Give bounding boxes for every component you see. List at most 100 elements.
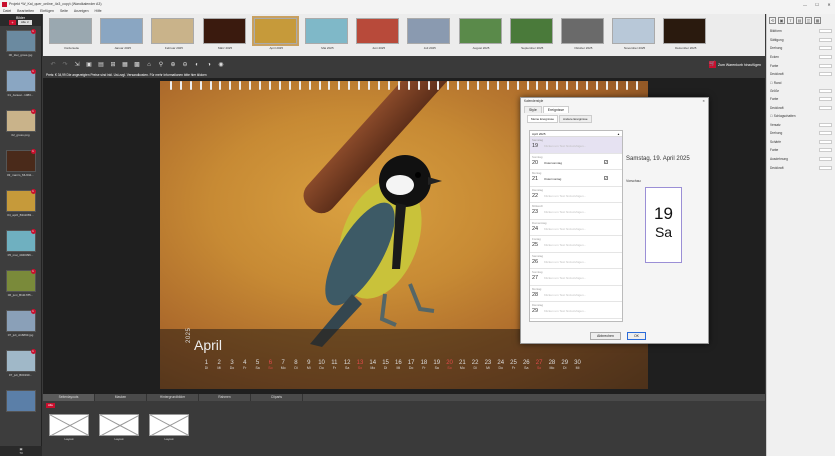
event-text-input[interactable]: Klicken um Text hinzuzufügen... <box>544 227 586 231</box>
calendar-day[interactable]: 2 Mi <box>213 360 226 370</box>
section-frame[interactable]: ☐ Rand <box>767 79 835 87</box>
image-icon[interactable]: ▣ <box>778 17 785 24</box>
property-input[interactable] <box>819 157 832 162</box>
event-row[interactable]: Sonntag 27 Klicken um Text hinzuzufügen... <box>530 269 622 286</box>
property-input[interactable] <box>819 122 832 127</box>
calendar-day[interactable]: 24 Do <box>494 360 507 370</box>
property-input[interactable] <box>819 139 832 144</box>
property-input[interactable] <box>819 63 832 68</box>
event-checkbox[interactable]: ✓ <box>604 176 608 180</box>
event-text-input[interactable]: Ostermontag <box>544 177 561 181</box>
calendar-day[interactable]: 1 Di <box>200 360 213 370</box>
property-input[interactable] <box>819 97 832 102</box>
property-input[interactable] <box>819 148 832 153</box>
photo-thumbnail[interactable]: 1 02_gross.png <box>4 109 38 146</box>
calendar-day[interactable]: 19 Sa <box>430 360 443 370</box>
layout-item[interactable]: Layout <box>99 414 139 441</box>
layout-icon[interactable]: ▤ <box>97 61 105 69</box>
month-thumbnail[interactable]: August 2025 <box>458 18 504 50</box>
preview-icon[interactable]: ◉ <box>217 61 225 69</box>
calendar-day[interactable]: 23 Mi <box>482 360 495 370</box>
event-text-input[interactable]: Klicken um Text hinzuzufügen... <box>544 309 586 313</box>
grid-icon[interactable]: ⊞ <box>109 61 117 69</box>
property-input[interactable] <box>819 131 832 136</box>
month-thumbnail[interactable]: Vorderseite <box>49 18 94 50</box>
menu-item[interactable]: Datei <box>3 9 11 13</box>
property-input[interactable] <box>819 165 832 170</box>
calendar-day[interactable]: 3 Do <box>226 360 239 370</box>
event-row[interactable]: Dienstag 22 Klicken um Text hinzuzufügen..… <box>530 187 622 203</box>
pattern-icon[interactable]: ▩ <box>133 61 141 69</box>
calendar-day[interactable]: 26 Sa <box>520 360 533 370</box>
photo-thumbnail[interactable] <box>4 390 38 426</box>
maximize-button[interactable]: ☐ <box>811 2 823 7</box>
table-icon[interactable]: ▦ <box>121 61 129 69</box>
frame-icon[interactable]: ◫ <box>805 17 812 24</box>
dialog-close-button[interactable]: ✕ <box>702 99 705 104</box>
add-image-button[interactable]: + <box>9 19 16 25</box>
bottom-tab[interactable]: Hintergrundbilder <box>147 394 199 401</box>
layout-item[interactable]: Layout <box>49 414 89 441</box>
calendar-day[interactable]: 13 So <box>354 360 367 370</box>
event-text-input[interactable]: Klicken um Text hinzuzufügen... <box>544 243 586 247</box>
calendar-day[interactable]: 8 Di <box>290 360 303 370</box>
event-text-input[interactable]: Klicken um Text hinzuzufügen... <box>544 293 586 297</box>
calendar-day[interactable]: 10 Do <box>315 360 328 370</box>
calendar-day[interactable]: 17 Do <box>405 360 418 370</box>
event-row[interactable]: Samstag 26 Klicken um Text hinzuzufügen... <box>530 253 622 269</box>
text-icon[interactable]: T <box>787 17 794 24</box>
calendar-day[interactable]: 30 Mi <box>571 360 584 370</box>
menu-item[interactable]: Einfügen <box>40 9 54 13</box>
layout-item[interactable]: Layout <box>149 414 189 441</box>
photo-thumbnail[interactable]: 1 06_juni_B111785... <box>4 269 38 306</box>
event-checkbox[interactable]: ✓ <box>604 159 608 164</box>
menu-item[interactable]: Bearbeiten <box>17 9 34 13</box>
bottom-tab[interactable]: Cliparts <box>251 394 303 401</box>
bottom-tab[interactable]: Seitenlayouts <box>43 394 95 401</box>
event-text-input[interactable]: Klicken um Text hinzuzufügen... <box>544 260 586 264</box>
frame-icon[interactable]: ▣ <box>85 61 93 69</box>
calendar-day[interactable]: 28 Mo <box>546 360 559 370</box>
photo-thumbnail[interactable]: 1 04_april_B111083... <box>4 189 38 226</box>
property-input[interactable] <box>819 46 832 51</box>
close-button[interactable]: ✕ <box>823 2 835 7</box>
calendar-day[interactable]: 16 Mi <box>392 360 405 370</box>
calendar-day[interactable]: 12 Sa <box>341 360 354 370</box>
calendar-day[interactable]: 7 Mo <box>277 360 290 370</box>
month-thumbnail[interactable]: September 2025 <box>509 18 555 50</box>
bottom-tab[interactable]: Masken <box>95 394 147 401</box>
event-text-input[interactable]: Klicken um Text hinzuzufügen... <box>544 194 586 198</box>
month-thumbnail[interactable]: Mai 2025 <box>304 18 350 50</box>
calendar-day[interactable]: 25 Fr <box>507 360 520 370</box>
calendar-day[interactable]: 29 Di <box>558 360 571 370</box>
month-thumbnail[interactable]: November 2025 <box>612 18 657 50</box>
tab-other-events[interactable]: Andere Ereignisse <box>559 115 592 123</box>
calendar-day[interactable]: 11 Fr <box>328 360 341 370</box>
event-row[interactable]: Dienstag 29 Klicken um Text hinzuzufügen..… <box>530 302 622 319</box>
month-thumbnail[interactable]: Februar 2025 <box>151 18 196 50</box>
photo-thumbnail[interactable]: 1 03_marzo_MU011... <box>4 149 38 186</box>
event-text-input[interactable]: Klicken um Text hinzuzufügen... <box>544 210 586 214</box>
cancel-button[interactable]: Abbrechen <box>590 332 621 340</box>
bottom-tab[interactable]: Rahmen <box>199 394 251 401</box>
event-row[interactable]: Samstag 19 Klicken um Text hinzuzufügen... <box>530 137 622 154</box>
reset-icon[interactable]: ⟲ <box>769 17 776 24</box>
month-thumbnail[interactable]: Oktober 2025 <box>560 18 606 50</box>
property-input[interactable] <box>819 106 832 111</box>
menu-item[interactable]: Hilfe <box>95 9 102 13</box>
photo-thumbnail[interactable]: 1 07_juli_B00190... <box>4 349 38 386</box>
property-input[interactable] <box>819 55 832 60</box>
month-thumbnail[interactable]: Dezember 2025 <box>663 18 708 50</box>
calendar-day[interactable]: 5 Sa <box>251 360 264 370</box>
event-row[interactable]: Montag 21 Ostermontag ✓ <box>530 170 622 187</box>
tab-style[interactable]: Style <box>524 106 542 113</box>
event-text-input[interactable]: Klicken um Text hinzuzufügen... <box>544 144 586 148</box>
calendar-day[interactable]: 22 Di <box>469 360 482 370</box>
photo-thumbnail[interactable]: 1 07_juli_A16893.jpg <box>4 309 38 346</box>
property-input[interactable] <box>819 88 832 93</box>
calendar-day[interactable]: 6 So <box>264 360 277 370</box>
photo-thumbnail[interactable]: 1 00_titel_gross.jpg <box>4 29 38 66</box>
grid-icon[interactable]: ▦ <box>814 17 821 24</box>
event-row[interactable]: Mittwoch 23 Klicken um Text hinzuzufügen..… <box>530 203 622 220</box>
prev-page-icon[interactable]: ◐ <box>193 61 201 69</box>
